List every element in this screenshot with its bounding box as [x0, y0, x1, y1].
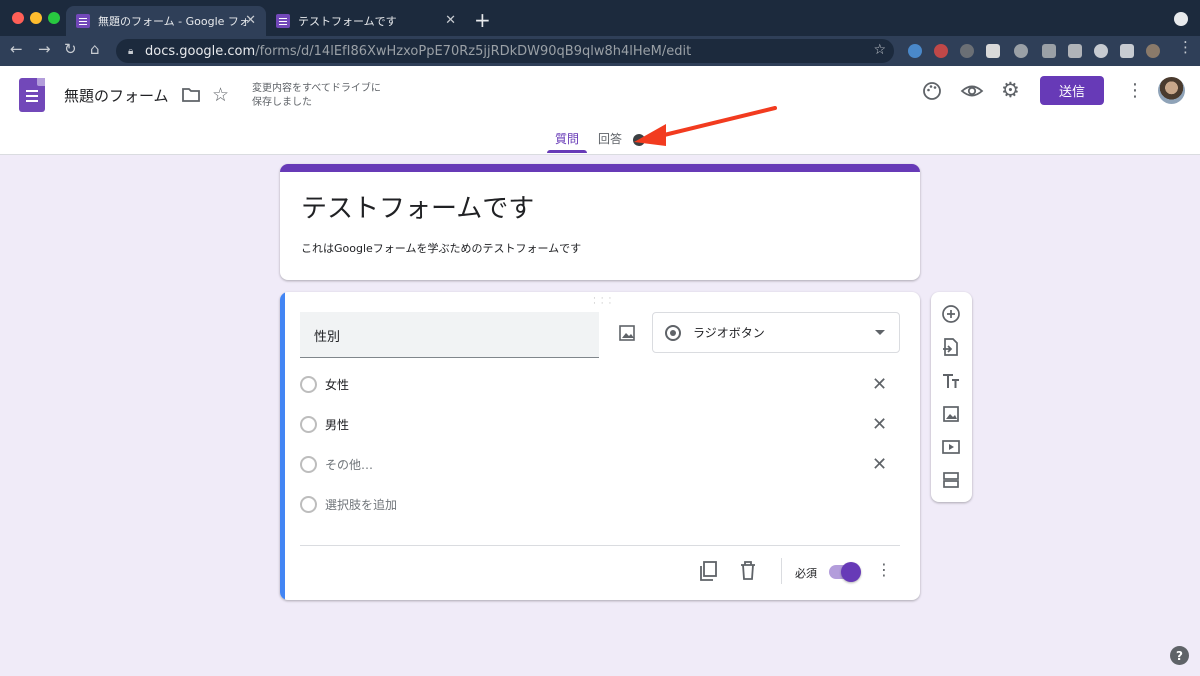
extension-icon[interactable] — [1014, 44, 1028, 58]
option-label[interactable]: 男性 — [325, 416, 349, 433]
help-icon[interactable]: ? — [1170, 646, 1189, 665]
form-title[interactable]: テストフォームです — [301, 188, 534, 225]
extension-icon[interactable] — [986, 44, 1000, 58]
import-questions-icon[interactable] — [941, 337, 961, 357]
add-option-row[interactable]: 選択肢を追加 — [300, 496, 397, 513]
title-card-accent — [280, 164, 920, 172]
bookmark-star-icon[interactable]: ☆ — [873, 42, 886, 58]
question-type-dropdown[interactable]: ラジオボタン — [652, 312, 900, 353]
required-label: 必須 — [795, 567, 817, 580]
media-control-icon[interactable] — [1120, 44, 1134, 58]
question-card[interactable]: · · · · · · 性別 ラジオボタン 女性 ✕ 男性 ✕ その他… ✕ 選択… — [280, 292, 920, 600]
star-icon[interactable]: ☆ — [212, 84, 229, 106]
radio-circle-icon — [300, 496, 317, 513]
question-type-label: ラジオボタン — [693, 326, 765, 340]
add-image-icon[interactable] — [941, 404, 961, 424]
option-label[interactable]: 女性 — [325, 376, 349, 393]
save-status-line: 保存しました — [252, 97, 312, 108]
remove-option-icon[interactable]: ✕ — [872, 414, 887, 435]
option-row[interactable]: 女性 — [300, 376, 349, 393]
address-bar[interactable]: 🔒︎ docs.google.com /forms/d/14lEfI86XwHz… — [116, 39, 894, 63]
settings-gear-icon[interactable]: ⚙ — [1001, 78, 1020, 102]
radio-button-icon — [665, 324, 681, 341]
reload-icon[interactable]: ↻ — [64, 40, 77, 58]
zoom-window-button[interactable] — [48, 12, 60, 24]
browser-toolbar: ← → ↻ ⌂ 🔒︎ docs.google.com /forms/d/14lE… — [0, 36, 1200, 66]
send-button[interactable]: 送信 — [1040, 76, 1104, 105]
browser-tab-forms-editor[interactable]: 無題のフォーム - Google フォーム ✕ — [66, 6, 266, 36]
tab-title: テストフォームです — [298, 15, 397, 28]
remove-option-icon[interactable]: ✕ — [872, 454, 887, 475]
footer-separator — [781, 558, 782, 584]
extensions-puzzle-icon[interactable] — [1094, 44, 1108, 58]
extension-icon[interactable] — [1068, 44, 1082, 58]
option-label[interactable]: その他… — [325, 456, 373, 473]
forms-header: 無題のフォーム ☆ 変更内容をすべてドライブに 保存しました ⚙ 送信 ⋮ 質問… — [0, 66, 1200, 155]
dropdown-caret-icon — [875, 330, 885, 335]
form-title-card[interactable]: テストフォームです これはGoogleフォームを学ぶためのテストフォームです — [280, 164, 920, 280]
question-title-input[interactable]: 性別 — [300, 312, 599, 358]
remove-option-icon[interactable]: ✕ — [872, 374, 887, 395]
extension-gear-icon[interactable] — [960, 44, 974, 58]
close-window-button[interactable] — [12, 12, 24, 24]
folder-icon[interactable] — [181, 86, 201, 104]
annotation-arrow — [633, 106, 777, 146]
extension-icon[interactable] — [1042, 44, 1056, 58]
forms-favicon-icon — [76, 14, 90, 28]
option-row[interactable]: 男性 — [300, 416, 349, 433]
profile-avatar[interactable] — [1146, 44, 1160, 58]
google-forms-logo-icon[interactable] — [19, 78, 45, 112]
delete-trash-icon[interactable] — [739, 560, 757, 582]
required-toggle[interactable] — [829, 562, 861, 582]
minimize-window-button[interactable] — [30, 12, 42, 24]
add-option-link[interactable]: 選択肢を追加 — [325, 496, 397, 513]
add-video-icon[interactable] — [941, 437, 961, 457]
forms-favicon-icon — [276, 14, 290, 28]
browser-menu-icon[interactable]: ⋮ — [1178, 38, 1193, 56]
radio-circle-icon — [300, 416, 317, 433]
radio-circle-icon — [300, 456, 317, 473]
extension-icon[interactable] — [908, 44, 922, 58]
tab-title: 無題のフォーム - Google フォーム — [98, 15, 248, 28]
extension-icon[interactable] — [934, 44, 948, 58]
question-more-options-icon[interactable]: ⋮ — [876, 560, 892, 579]
back-arrow-icon[interactable]: ← — [10, 40, 23, 58]
option-row-other[interactable]: その他… — [300, 456, 373, 473]
browser-tab-strip: 無題のフォーム - Google フォーム ✕ テストフォームです ✕ + — [0, 0, 1200, 36]
tab-search-icon[interactable] — [1174, 12, 1188, 26]
drag-handle-icon[interactable]: · · · · · · — [593, 295, 612, 309]
preview-eye-icon[interactable] — [960, 81, 984, 101]
more-options-icon[interactable]: ⋮ — [1126, 80, 1144, 101]
add-question-icon[interactable] — [941, 304, 961, 324]
url-host: docs.google.com — [145, 43, 256, 59]
radio-circle-icon — [300, 376, 317, 393]
form-description[interactable]: これはGoogleフォームを学ぶためのテストフォームです — [301, 240, 581, 256]
browser-tab-form-preview[interactable]: テストフォームです ✕ — [266, 6, 466, 36]
forward-arrow-icon[interactable]: → — [38, 40, 51, 58]
active-question-indicator — [280, 292, 285, 600]
home-icon[interactable]: ⌂ — [90, 40, 100, 58]
side-toolbar — [931, 292, 972, 502]
close-tab-icon[interactable]: ✕ — [245, 13, 256, 28]
url-path: /forms/d/14lEfI86XwHzxoPpE70Rz5jjRDkDW90… — [255, 43, 692, 59]
active-tab-indicator — [547, 150, 587, 153]
new-tab-button[interactable]: + — [474, 8, 491, 32]
tab-responses[interactable]: 回答 — [598, 130, 622, 147]
toggle-knob — [841, 562, 861, 582]
add-title-text-icon[interactable] — [941, 371, 961, 391]
lock-icon: 🔒︎ — [128, 46, 134, 57]
account-avatar[interactable] — [1158, 77, 1185, 104]
duplicate-icon[interactable] — [698, 560, 718, 582]
save-status: 変更内容をすべてドライブに 保存しました — [252, 82, 381, 110]
question-footer-divider — [300, 545, 900, 546]
palette-icon[interactable] — [921, 80, 943, 102]
add-image-icon[interactable] — [618, 324, 636, 342]
close-tab-icon[interactable]: ✕ — [445, 13, 456, 28]
tab-questions[interactable]: 質問 — [547, 130, 587, 147]
add-section-icon[interactable] — [941, 470, 961, 490]
document-title[interactable]: 無題のフォーム — [64, 85, 169, 106]
save-status-line: 変更内容をすべてドライブに — [252, 83, 381, 94]
